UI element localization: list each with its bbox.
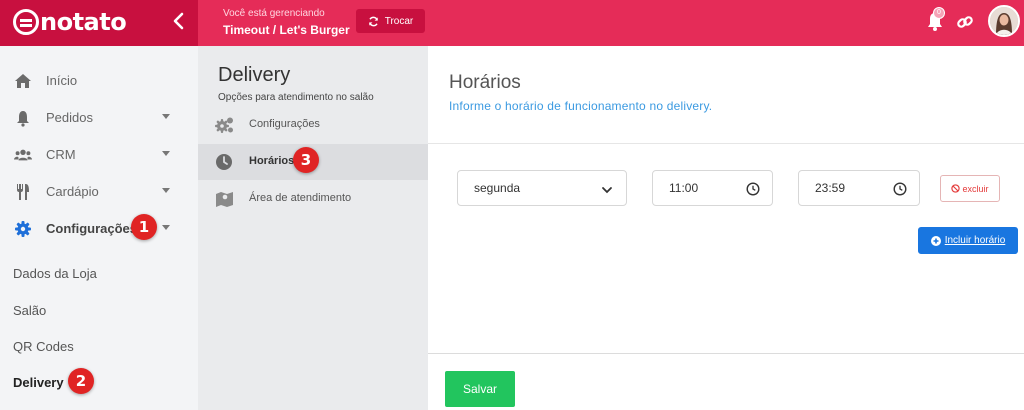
map-icon (216, 192, 233, 207)
add-schedule-label: Incluir horário (944, 235, 1006, 246)
sidebar-item-crm[interactable]: CRM (0, 136, 198, 173)
sidebar-item-label: Início (46, 73, 78, 88)
sidebar-item-pedidos[interactable]: Pedidos (0, 99, 198, 136)
notato-logo[interactable]: notato (13, 8, 127, 36)
logo-text: notato (40, 8, 127, 36)
step-marker-2: 2 (68, 368, 94, 394)
clock-icon (746, 182, 760, 196)
collapse-sidebar-icon[interactable] (168, 9, 190, 33)
refresh-icon (368, 16, 378, 26)
form-footer: Salvar (428, 353, 1024, 410)
delivery-options-panel: Delivery Opções para atendimento no salã… (198, 46, 428, 410)
save-button[interactable]: Salvar (445, 371, 515, 407)
sidebar: Início Pedidos CRM Cardápio Configuraçõe… (0, 46, 198, 410)
panel-subtitle: Opções para atendimento no salão (218, 92, 374, 103)
store-name: Timeout / Let's Burger (223, 23, 350, 37)
sidebar-item-configuracoes[interactable]: Configurações (0, 210, 198, 247)
logo-mark (13, 9, 39, 35)
delete-schedule-button[interactable]: excluir (940, 175, 1000, 202)
sidebar-subitem-delivery[interactable]: Delivery (13, 375, 64, 390)
sidebar-item-label: Cardápio (46, 184, 99, 199)
delete-schedule-label: excluir (962, 183, 989, 194)
sidebar-item-label: Pedidos (46, 110, 93, 125)
sidebar-item-cardapio[interactable]: Cardápio (0, 173, 198, 210)
swap-store-label: Trocar (384, 15, 414, 27)
clock-icon (893, 182, 907, 196)
sidebar-subitem-salao[interactable]: Salão (13, 303, 46, 318)
menu-item-label: Configurações (249, 118, 320, 130)
users-icon (14, 149, 32, 161)
menu-item-area-de-atendimento[interactable]: Área de atendimento (198, 181, 428, 217)
day-select-value: segunda (474, 181, 521, 195)
panel-title: Delivery (218, 64, 291, 86)
managing-label: Você está gerenciando (223, 8, 325, 19)
sidebar-subitem-qr-codes[interactable]: QR Codes (13, 339, 74, 354)
clock-icon (216, 154, 232, 170)
menu-item-label: Área de atendimento (249, 192, 352, 204)
ban-icon (951, 184, 961, 193)
menu-item-configuracoes[interactable]: Configurações (198, 107, 428, 143)
start-time-input[interactable]: 11:00 (652, 170, 773, 206)
content-header: Horários Informe o horário de funcioname… (428, 46, 1024, 144)
sidebar-subitem-dados-da-loja[interactable]: Dados da Loja (13, 266, 97, 281)
end-time-value: 23:59 (815, 181, 846, 195)
plus-circle-icon (930, 235, 941, 246)
content-area: Horários Informe o horário de funcioname… (428, 46, 1024, 410)
sidebar-item-inicio[interactable]: Início (0, 62, 198, 99)
bell-icon (17, 111, 29, 127)
brand-area: notato (0, 0, 198, 46)
chevron-down-icon (602, 187, 612, 194)
avatar-image (990, 7, 1018, 35)
chevron-down-icon (162, 225, 170, 230)
page-subtitle: Informe o horário de funcionamento no de… (449, 99, 713, 113)
menu-item-label: Horários (249, 155, 295, 167)
link-icon[interactable] (956, 13, 974, 31)
step-marker-1: 1 (131, 214, 157, 240)
chevron-down-icon (162, 114, 170, 119)
swap-store-button[interactable]: Trocar (356, 9, 425, 33)
sidebar-item-label: CRM (46, 147, 76, 162)
chevron-down-icon (162, 151, 170, 156)
step-marker-3: 3 (293, 147, 319, 173)
gears-icon (215, 117, 233, 133)
end-time-input[interactable]: 23:59 (798, 170, 920, 206)
start-time-value: 11:00 (669, 181, 699, 195)
home-icon (15, 74, 31, 88)
utensils-icon (17, 184, 29, 200)
day-select[interactable]: segunda (457, 170, 627, 206)
gear-icon (15, 221, 31, 237)
add-schedule-button[interactable]: Incluir horário (918, 227, 1018, 254)
top-bar: notato Você está gerenciando Timeout / L… (0, 0, 1024, 46)
notification-badge: 0 (933, 7, 945, 19)
chevron-down-icon (162, 188, 170, 193)
user-avatar[interactable] (988, 5, 1020, 37)
page-title: Horários (449, 72, 521, 93)
store-context: Você está gerenciando Timeout / Let's Bu… (223, 8, 350, 37)
sidebar-item-label: Configurações (46, 221, 138, 236)
